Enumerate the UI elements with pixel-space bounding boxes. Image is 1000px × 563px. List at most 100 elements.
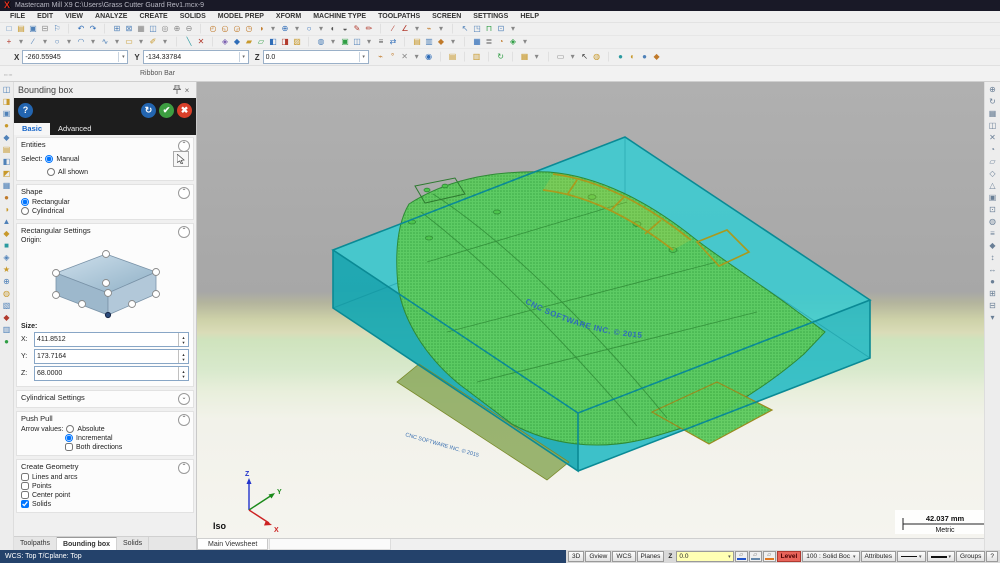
size-y-input[interactable] xyxy=(35,353,178,360)
cancel-button[interactable]: ✖ xyxy=(177,102,192,118)
toolbar-icon[interactable]: ◶ xyxy=(231,23,243,35)
points-checkbox[interactable] xyxy=(21,482,29,490)
toolbar-icon[interactable]: ▤ xyxy=(3,145,11,154)
toolbar-icon[interactable]: ↖ xyxy=(459,23,471,35)
toolbar-icon[interactable]: ■ xyxy=(4,241,9,250)
toolbar-icon[interactable]: □ xyxy=(3,23,15,35)
toolbar-icon[interactable]: ◫ xyxy=(351,36,363,48)
color-swatch-button[interactable]: ▱ xyxy=(734,551,748,562)
toolbar-icon[interactable]: ✕ xyxy=(399,51,411,63)
select-entities-button[interactable] xyxy=(173,151,189,167)
size-x-input[interactable] xyxy=(35,336,178,343)
toolbar-icon[interactable]: ◒ xyxy=(339,23,351,35)
toolbar-icon[interactable]: ◨ xyxy=(3,97,11,106)
toolbar-icon[interactable]: ▱ xyxy=(255,36,267,48)
toolbar-icon[interactable]: ◍ xyxy=(315,36,327,48)
toolbar-icon[interactable]: ↔ xyxy=(989,265,997,274)
toolbar-icon[interactable]: ▾ xyxy=(135,36,147,48)
toolbar-icon[interactable]: ● xyxy=(615,51,627,63)
toolbar-icon[interactable]: ▾ xyxy=(363,36,375,48)
toolbar-icon[interactable]: ▾ xyxy=(531,51,543,63)
statusbar-button[interactable]: Planes xyxy=(636,551,665,562)
collapse-icon[interactable]: ⌃ xyxy=(178,414,190,426)
toolbar-icon[interactable]: ▣ xyxy=(339,36,351,48)
toolbar-icon[interactable]: ▾ xyxy=(507,23,519,35)
toolbar-icon[interactable]: ▾ xyxy=(327,36,339,48)
toolbar-icon[interactable]: ◠ xyxy=(75,36,87,48)
toolbar-icon[interactable]: │ xyxy=(543,51,555,63)
toolbar-icon[interactable]: ◆ xyxy=(3,313,9,322)
menu-item[interactable]: FILE xyxy=(4,13,31,20)
toolbar-icon[interactable]: │ xyxy=(303,36,315,48)
toolbar-icon[interactable]: ◎ xyxy=(159,23,171,35)
toolbar-icon[interactable]: ● xyxy=(639,51,651,63)
menu-item[interactable]: MACHINE TYPE xyxy=(307,13,372,20)
toolbar-icon[interactable]: │ xyxy=(483,51,495,63)
toolbar-icon[interactable]: ≡ xyxy=(375,36,387,48)
toolbar-icon[interactable]: ▥ xyxy=(471,51,483,63)
x-coord-dropdown-icon[interactable]: ▾ xyxy=(118,52,127,62)
level-select[interactable]: 100 : Solid Boc ▾ xyxy=(802,551,860,562)
toolbar-icon[interactable]: ≣ xyxy=(483,36,495,48)
toolbar-icon[interactable]: ▾ xyxy=(111,36,123,48)
toolbar-icon[interactable]: ↻ xyxy=(989,97,996,106)
toolbar-icon[interactable]: ⊠ xyxy=(123,23,135,35)
toolbar-icon[interactable]: │ xyxy=(63,23,75,35)
toolbar-icon[interactable]: ▾ xyxy=(519,36,531,48)
toolbar-icon[interactable]: ◆ xyxy=(3,133,9,142)
z-coord-dropdown-icon[interactable]: ▾ xyxy=(358,52,368,62)
manual-radio[interactable] xyxy=(45,155,54,163)
collapse-icon[interactable]: ⌃ xyxy=(178,187,190,199)
toolbar-icon[interactable]: ▤ xyxy=(447,51,459,63)
toolbar-icon[interactable]: ∠ xyxy=(399,23,411,35)
toolbar-icon[interactable]: ▦ xyxy=(519,51,531,63)
toolbar-icon[interactable]: ◇ xyxy=(989,169,995,178)
toolbar-icon[interactable]: ◩ xyxy=(3,169,11,178)
toolbar-icon[interactable]: ↕ xyxy=(991,253,995,262)
toolbar-icon[interactable]: ◍ xyxy=(989,217,996,226)
line-style-select[interactable]: ▾ xyxy=(897,551,926,562)
toolbar-icon[interactable]: ⊕ xyxy=(989,85,996,94)
toolbar-icon[interactable]: ◔ xyxy=(495,36,507,48)
regenerate-button[interactable]: ↻ xyxy=(141,102,156,118)
toolbar-icon[interactable]: ▾ xyxy=(435,23,447,35)
toolbar-icon[interactable]: ◫ xyxy=(147,23,159,35)
toolbar-icon[interactable]: │ xyxy=(459,51,471,63)
toolbar-icon[interactable]: ◵ xyxy=(219,23,231,35)
toolbar-icon[interactable]: ◈ xyxy=(3,253,9,262)
menu-item[interactable]: VIEW xyxy=(59,13,89,20)
toolbar-icon[interactable]: ▾ xyxy=(159,36,171,48)
toolbar-icon[interactable]: ◆ xyxy=(651,51,663,63)
menu-item[interactable]: ANALYZE xyxy=(89,13,133,20)
toolbar-icon[interactable]: ↖ xyxy=(579,51,591,63)
toolbar-icon[interactable]: ▥ xyxy=(423,36,435,48)
tab-advanced[interactable]: Advanced xyxy=(50,123,99,135)
expand-icon[interactable]: ⌄ xyxy=(178,393,190,405)
attributes-button[interactable]: Attributes xyxy=(860,551,897,562)
toolbar-icon[interactable]: ▾ xyxy=(990,313,994,322)
toolbar-icon[interactable]: ✕ xyxy=(989,133,996,142)
toolbar-icon[interactable]: ▰ xyxy=(243,36,255,48)
toolbar-icon[interactable]: ⌁ xyxy=(423,23,435,35)
menu-item[interactable]: XFORM xyxy=(270,13,307,20)
toolbar-icon[interactable]: ≡ xyxy=(990,229,995,238)
toolbar-icon[interactable]: ◑ xyxy=(255,23,267,35)
toolbar-icon[interactable]: ⊞ xyxy=(111,23,123,35)
absolute-radio[interactable] xyxy=(66,425,75,433)
toolbar-icon[interactable]: ✕ xyxy=(195,36,207,48)
toolbar-icon[interactable]: ⊟ xyxy=(39,23,51,35)
toolbar-icon[interactable]: ◧ xyxy=(3,157,11,166)
toolbar-icon[interactable]: ⊟ xyxy=(989,301,996,310)
both-directions-checkbox[interactable] xyxy=(65,443,73,451)
toolbar-icon[interactable]: ⊖ xyxy=(183,23,195,35)
ok-button[interactable]: ✔ xyxy=(159,102,174,118)
center-point-checkbox[interactable] xyxy=(21,491,29,499)
rectangular-radio[interactable] xyxy=(21,198,29,206)
toolbar-icon[interactable]: ▧ xyxy=(3,301,11,310)
toolbar-icon[interactable]: ● xyxy=(990,277,995,286)
menu-item[interactable]: CREATE xyxy=(133,13,173,20)
toolbar-icon[interactable]: │ xyxy=(507,51,519,63)
collapse-icon[interactable]: ⌃ xyxy=(178,462,190,474)
ribbon-grip-icon[interactable]: ┅┅ xyxy=(4,72,13,79)
toolbar-icon[interactable]: + xyxy=(3,36,15,48)
